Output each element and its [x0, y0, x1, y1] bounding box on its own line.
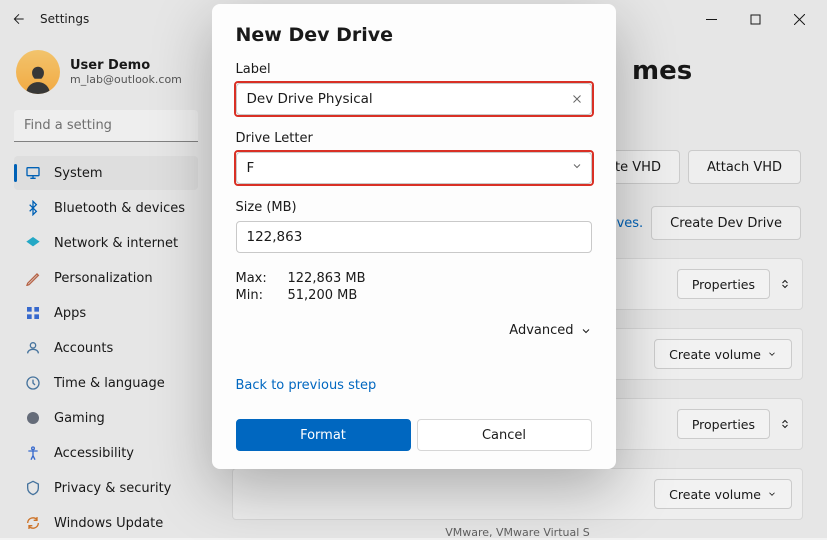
advanced-toggle[interactable]: Advanced — [509, 323, 591, 338]
chevron-down-icon — [571, 160, 583, 176]
format-button[interactable]: Format — [236, 419, 411, 451]
label-caption: Label — [236, 62, 592, 77]
label-input[interactable] — [236, 83, 592, 115]
drive-letter-caption: Drive Letter — [236, 131, 592, 146]
drive-letter-select[interactable]: F — [236, 152, 592, 184]
new-dev-drive-modal: New Dev Drive Label Drive Letter F Size … — [212, 4, 616, 469]
drive-letter-value: F — [247, 160, 255, 176]
size-input[interactable] — [236, 221, 592, 253]
cancel-button[interactable]: Cancel — [417, 419, 592, 451]
modal-title: New Dev Drive — [236, 24, 592, 46]
back-link[interactable]: Back to previous step — [236, 378, 592, 393]
min-value: 51,200 MB — [288, 288, 358, 303]
chevron-down-icon — [580, 325, 592, 337]
modal-overlay: New Dev Drive Label Drive Letter F Size … — [0, 0, 827, 538]
max-value: 122,863 MB — [288, 271, 366, 286]
clear-icon[interactable] — [568, 90, 586, 108]
max-label: Max: — [236, 271, 270, 286]
min-label: Min: — [236, 288, 270, 303]
size-caption: Size (MB) — [236, 200, 592, 215]
